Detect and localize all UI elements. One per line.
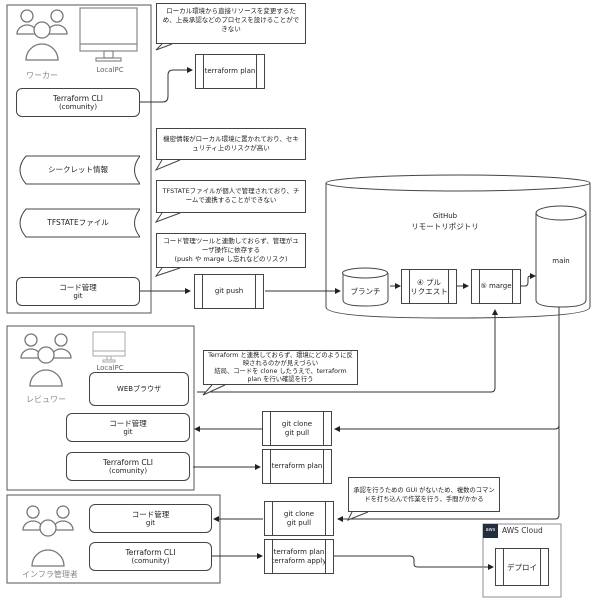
- callout-reviewer-risk: Terraform と連携しておらず、環境にどのように反映されるのかが見えづらい…: [203, 350, 358, 385]
- code-mgmt-title: コード管理: [131, 509, 170, 519]
- code-mgmt-sub: git: [145, 518, 156, 527]
- proc-line: git pull: [284, 428, 310, 437]
- github-title: GitHub: [432, 212, 458, 220]
- reviewer-terraform-cli[interactable]: Terraform CLI (comunity): [66, 452, 190, 481]
- proc-line: git clone: [283, 509, 315, 518]
- callout-line: コード管理ツールと連動しておらず、管理がユーザ操作に依存する: [163, 237, 299, 254]
- callout-line: Terraform と連携しておらず、環境にどのように反映されるのかが見えづらい: [208, 352, 353, 367]
- web-browser[interactable]: WEBブラウザ: [89, 372, 189, 406]
- code-mgmt-title: コード管理: [59, 282, 97, 292]
- terraform-cli-sub: (comunity): [131, 556, 170, 565]
- deploy[interactable]: デプロイ: [495, 548, 549, 586]
- callout-secret-risk: 機密情報がローカル環境に置かれており、セキュリティ上のリスクが高い: [156, 128, 306, 160]
- worker-terraform-plan[interactable]: terraform plan: [195, 54, 265, 89]
- terraform-cli-title: Terraform CLI: [52, 93, 104, 103]
- aws-cloud-title: AWS Cloud: [502, 526, 543, 535]
- infra-role-label: インフラ管理者: [22, 570, 78, 579]
- reviewer-role-label: レビュワー: [26, 395, 66, 404]
- infra-terraform-cli[interactable]: Terraform CLI (comunity): [89, 542, 212, 571]
- terraform-cli-sub: (comunity): [108, 466, 148, 475]
- branch-label[interactable]: ブランチ: [343, 287, 388, 296]
- reviewer-code-mgmt[interactable]: コード管理 git: [66, 413, 190, 442]
- worker-code-mgmt[interactable]: コード管理 git: [16, 277, 140, 306]
- reviewer-terraform-plan[interactable]: terraform plan: [262, 449, 332, 484]
- proc-line: リクエスト: [410, 286, 448, 296]
- users-icon-worker: [16, 9, 68, 61]
- tfstate-label: TFSTATEファイル: [47, 218, 109, 227]
- code-mgmt-title: コード管理: [109, 418, 147, 428]
- callout-infra-risk: 承認を行うための GUI がないため、複数のコマンドを打ち込んで作業を行う、手間…: [348, 477, 500, 512]
- reviewer-git-clone[interactable]: git clone git pull: [262, 411, 332, 446]
- callout-tfstate-risk: TFSTATEファイルが個人で管理されており、チームで連携することができない: [156, 180, 306, 213]
- worker-pc-label: LocalPC: [96, 66, 124, 74]
- secret-label: シークレット情報: [48, 165, 108, 174]
- code-mgmt-sub: git: [73, 291, 83, 300]
- aws-logo-text: aws: [485, 527, 496, 533]
- terraform-cli-title: Terraform CLI: [102, 457, 154, 467]
- infra-terraform-apply[interactable]: terraform plan terraform apply: [264, 539, 334, 574]
- tfstate-tape: TFSTATEファイル: [16, 208, 142, 238]
- pull-request[interactable]: ④ プル リクエスト: [401, 269, 457, 304]
- infra-git-clone[interactable]: git clone git pull: [264, 501, 334, 536]
- main-branch-label[interactable]: main: [536, 257, 586, 266]
- callout-line: (push や marge し忘れなどのリスク): [174, 255, 288, 263]
- worker-terraform-cli[interactable]: Terraform CLI (comunity): [16, 88, 140, 117]
- terraform-cli-title: Terraform CLI: [125, 547, 176, 557]
- terraform-cli-sub: (comunity): [58, 102, 98, 111]
- users-icon-infra: [22, 505, 74, 567]
- users-icon-reviewer: [20, 333, 72, 387]
- monitor-icon-worker: [79, 7, 138, 62]
- infra-code-mgmt[interactable]: コード管理 git: [89, 504, 212, 533]
- callout-local-change: ローカル環境から直接リソースを変更するため、上長承認などのプロセスを設けることが…: [156, 3, 306, 44]
- proc-line: ④ プル: [416, 277, 442, 287]
- git-push[interactable]: git push: [194, 274, 264, 309]
- proc-line: git pull: [286, 518, 312, 527]
- github-subtitle: リモートリポジトリ: [411, 222, 479, 231]
- worker-role-label: ワーカー: [26, 71, 58, 80]
- proc-line: git clone: [281, 419, 313, 428]
- proc-line: terraform plan: [273, 547, 325, 556]
- code-mgmt-sub: git: [123, 427, 133, 436]
- callout-code-mgmt-risk: コード管理ツールと連動しておらず、管理がユーザ操作に依存する (push や m…: [156, 233, 306, 268]
- monitor-icon-reviewer: [92, 331, 126, 363]
- secret-info-tape: シークレット情報: [16, 155, 142, 185]
- callout-line: 結局、コードを clone したうえで、terraform plan を行い確認…: [214, 368, 347, 383]
- proc-line: terraform apply: [271, 556, 327, 565]
- reviewer-pc-label: LocalPC: [96, 364, 124, 372]
- merge[interactable]: ⑤ marge: [471, 269, 521, 304]
